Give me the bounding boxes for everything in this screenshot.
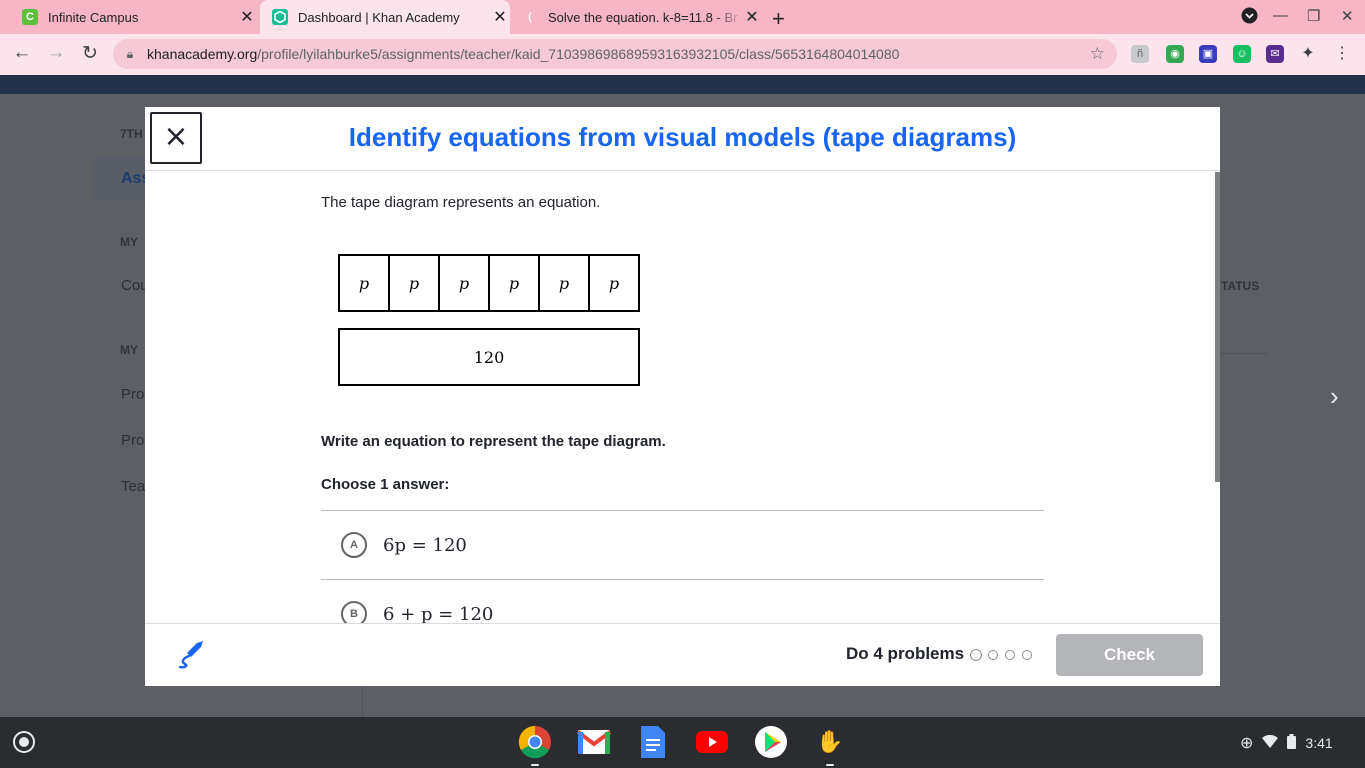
google-docs-icon[interactable]	[636, 725, 670, 759]
close-tab-icon[interactable]: ✕	[742, 7, 762, 27]
clock-time: 3:41	[1305, 734, 1333, 751]
option-equation: 6p = 120	[383, 534, 467, 556]
bookmark-star-icon[interactable]: ☆	[1090, 44, 1105, 64]
status-column-header: TATUS	[1221, 279, 1260, 293]
tab-title: Solve the equation. k-8=11.8 - Br	[548, 9, 738, 25]
url-path: /profile/lyilahburke5/assignments/teache…	[257, 46, 900, 62]
extension-icon[interactable]: ◉	[1166, 45, 1184, 63]
youtube-icon[interactable]	[695, 725, 729, 759]
problem-count: Do 4 problems	[846, 644, 965, 663]
wifi-icon	[1262, 734, 1279, 751]
chevron-right-icon: ›	[1330, 381, 1339, 411]
waving-hand-icon[interactable]: ✋	[813, 725, 847, 766]
tape-total-label: 120	[474, 348, 505, 367]
sidebar-item: Pro	[121, 386, 145, 403]
status-tray[interactable]: ⊕ 3:41	[1240, 726, 1358, 759]
new-tab-button[interactable]: +	[772, 6, 785, 32]
page-header-band	[0, 75, 1365, 94]
scratchpad-icon[interactable]	[177, 640, 205, 675]
exercise-body: The tape diagram represents an equation.…	[145, 172, 1220, 623]
extension-icon[interactable]: ✉	[1266, 45, 1284, 63]
address-bar[interactable]: 🔒︎ khanacademy.org/profile/lyilahburke5/…	[113, 39, 1117, 69]
close-tab-icon[interactable]: ✕	[490, 7, 510, 27]
browser-toolbar: ← → ↻ 🔒︎ khanacademy.org/profile/lyilahb…	[0, 34, 1365, 75]
chrome-icon[interactable]	[518, 725, 552, 766]
choose-label: Choose 1 answer:	[321, 476, 450, 493]
extension-icon[interactable]: ñ	[1131, 45, 1149, 63]
tab-khan-dashboard[interactable]: Dashboard | Khan Academy ✕	[260, 0, 510, 34]
lock-icon[interactable]: 🔒︎	[113, 47, 147, 62]
divider	[1220, 353, 1268, 354]
forward-arrow-icon[interactable]: →	[44, 42, 68, 64]
question-text: Write an equation to represent the tape …	[321, 433, 666, 450]
sidebar-heading: MY	[120, 343, 138, 357]
sidebar-heading: MY	[120, 235, 138, 249]
progress-dot	[970, 649, 982, 661]
close-tab-icon[interactable]: ✕	[237, 7, 257, 27]
back-arrow-icon[interactable]: ←	[10, 42, 34, 64]
infinite-campus-icon: C	[22, 9, 38, 25]
extension-icon[interactable]: ▣	[1199, 45, 1217, 63]
launcher-icon[interactable]	[13, 731, 35, 753]
modal-title: Identify equations from visual models (t…	[348, 122, 1017, 152]
answer-option-b[interactable]: B 6 + p = 120	[321, 579, 1044, 623]
exercise-modal: × Identify equations from visual models …	[145, 107, 1220, 686]
chromeos-shelf: ✋ ⊕ 3:41	[0, 717, 1365, 768]
progress-dot	[988, 650, 998, 660]
url-text[interactable]: khanacademy.org/profile/lyilahburke5/ass…	[147, 46, 899, 62]
gmail-icon[interactable]	[577, 725, 611, 759]
tab-title: Dashboard | Khan Academy	[298, 9, 460, 25]
loading-spinner-icon: (	[528, 11, 532, 23]
check-button[interactable]: Check	[1056, 634, 1203, 676]
tape-cell-label: p	[509, 274, 519, 293]
option-letter: A	[341, 532, 367, 558]
url-host: khanacademy.org	[147, 46, 258, 62]
tab-search-icon[interactable]	[1241, 7, 1258, 28]
khan-academy-icon	[272, 9, 288, 25]
progress-dot	[1005, 650, 1015, 660]
option-equation: 6 + p = 120	[383, 603, 494, 624]
tape-diagram: p p p p p p 120	[338, 254, 640, 386]
tape-cell-label: p	[409, 274, 419, 293]
answer-options: A 6p = 120 B 6 + p = 120	[321, 510, 1044, 623]
tape-cell-label: p	[459, 274, 469, 293]
tab-title: Infinite Campus	[48, 9, 139, 25]
battery-icon	[1287, 733, 1297, 752]
problem-prompt: The tape diagram represents an equation.	[321, 194, 601, 211]
scrollbar[interactable]	[1215, 172, 1220, 482]
modal-header: × Identify equations from visual models …	[145, 107, 1220, 171]
answer-option-a[interactable]: A 6p = 120	[321, 510, 1044, 579]
tab-infinite-campus[interactable]: C Infinite Campus ✕	[12, 0, 257, 34]
option-letter: B	[341, 601, 367, 623]
close-window-icon[interactable]: ✕	[1341, 7, 1354, 25]
puzzle-icon[interactable]: ✦	[1299, 45, 1317, 63]
modal-footer: Do 4 problems Check	[145, 623, 1220, 686]
play-store-icon[interactable]	[754, 725, 788, 759]
minimize-icon[interactable]: —	[1273, 7, 1288, 24]
tab-brainly[interactable]: ( Solve the equation. k-8=11.8 - Br ✕	[512, 0, 762, 34]
reload-icon[interactable]: ↻	[78, 42, 102, 65]
progress-dot	[1022, 650, 1032, 660]
tape-cell-label: p	[559, 274, 569, 293]
sidebar-item: Tea	[121, 478, 146, 495]
progress-dots	[970, 649, 1039, 661]
restore-icon[interactable]: ❐	[1307, 7, 1320, 25]
tape-cell-label: p	[609, 274, 619, 293]
tab-strip: C Infinite Campus ✕ Dashboard | Khan Aca…	[0, 0, 1365, 34]
tape-cell-label: p	[359, 274, 369, 293]
sidebar-item: Pro	[121, 432, 145, 449]
add-circle-icon: ⊕	[1240, 734, 1254, 752]
extension-icon[interactable]: ☺	[1233, 45, 1251, 63]
kebab-menu-icon[interactable]: ⋮	[1333, 45, 1351, 63]
sidebar-heading: 7TH	[120, 127, 143, 141]
